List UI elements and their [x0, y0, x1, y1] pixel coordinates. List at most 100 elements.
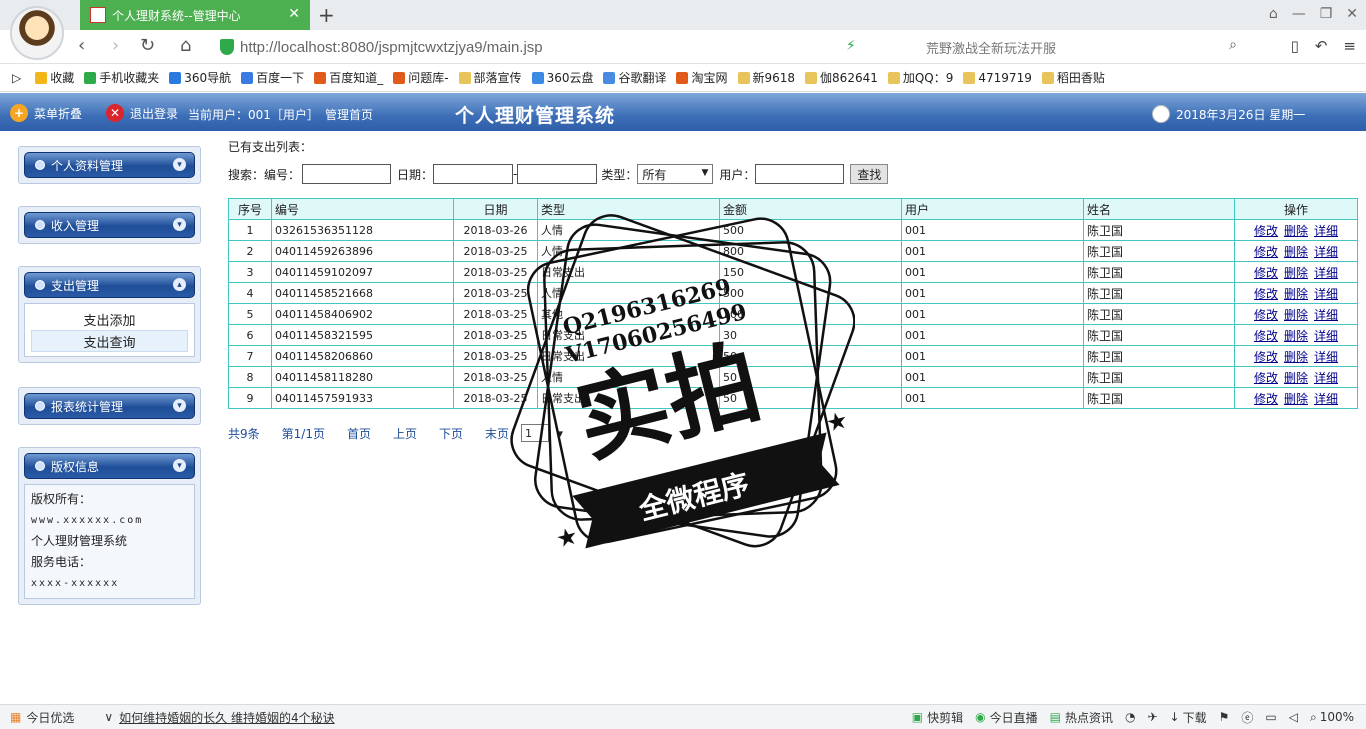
search-button[interactable]: 查找 [850, 164, 889, 184]
pager-prev-link[interactable]: 上页 [393, 425, 417, 442]
undo-icon[interactable]: ↶ [1315, 37, 1328, 55]
pin-icon[interactable]: ✈ [1147, 710, 1157, 724]
phone-icon[interactable]: ▯ [1291, 37, 1299, 55]
sidebar-item-expense-add[interactable]: 支出添加 [31, 308, 188, 330]
detail-link[interactable]: 详细 [1314, 266, 1338, 280]
detail-link[interactable]: 详细 [1314, 371, 1338, 385]
bookmark-item[interactable]: 新9618 [737, 69, 795, 86]
user-search-input[interactable] [755, 164, 845, 184]
delete-link[interactable]: 删除 [1284, 350, 1308, 364]
menu-icon[interactable]: ≡ [1343, 37, 1356, 55]
reload-icon[interactable]: ↻ [140, 35, 155, 56]
bookmarks-toggle-icon[interactable]: ▷ [12, 71, 21, 85]
speed-lightning-icon[interactable]: ⚡ [846, 38, 856, 54]
detail-link[interactable]: 详细 [1314, 308, 1338, 322]
detail-link[interactable]: 详细 [1314, 392, 1338, 406]
flag-icon[interactable]: ⚑ [1219, 710, 1230, 724]
pager-next-link[interactable]: 下页 [439, 425, 463, 442]
security-shield-icon [220, 39, 234, 55]
bullet-icon [35, 280, 45, 290]
date-from-input[interactable] [433, 164, 514, 184]
sidebar-item-personal[interactable]: 个人资料管理 ▾ [24, 152, 195, 178]
delete-link[interactable]: 删除 [1284, 308, 1308, 322]
close-window-icon[interactable]: ✕ [1346, 6, 1358, 22]
id-search-input[interactable] [302, 164, 392, 184]
type-select[interactable]: 所有 ▼ [637, 164, 714, 184]
delete-link[interactable]: 删除 [1284, 266, 1308, 280]
bookmark-item[interactable]: 稻田香贴 [1041, 69, 1105, 86]
detail-link[interactable]: 详细 [1314, 350, 1338, 364]
detail-link[interactable]: 详细 [1314, 245, 1338, 259]
cell-type: 日常支出 [537, 261, 720, 283]
pager-select[interactable]: 1 ▾ [521, 424, 563, 442]
bookmark-item[interactable]: 部落宣传 [458, 69, 522, 86]
hot-news[interactable]: ▤ 热点资讯 [1050, 709, 1113, 726]
delete-link[interactable]: 删除 [1284, 392, 1308, 406]
detail-link[interactable]: 详细 [1314, 287, 1338, 301]
url-field[interactable]: http://localhost:8080/jspmjtcwxtzjya9/ma… [220, 35, 910, 59]
edit-link[interactable]: 修改 [1254, 224, 1278, 238]
bookmark-item[interactable]: 360导航 [169, 69, 231, 86]
date-to-input[interactable] [517, 164, 598, 184]
home-icon[interactable]: ⌂ [180, 35, 191, 56]
edit-link[interactable]: 修改 [1254, 308, 1278, 322]
delete-link[interactable]: 删除 [1284, 287, 1308, 301]
ie-icon[interactable]: ⓔ [1241, 709, 1253, 726]
zoom[interactable]: ⌕ 100% [1310, 710, 1354, 725]
shirt-skin-icon[interactable]: ⌂ [1269, 6, 1278, 22]
browser-search-input[interactable]: 荒野激战全新玩法开服 ⌕ [918, 35, 1243, 59]
edit-link[interactable]: 修改 [1254, 245, 1278, 259]
bookmark-item[interactable]: 4719719 [963, 71, 1032, 85]
sidebar-item-expense-query[interactable]: 支出查询 [31, 330, 188, 352]
bookmark-item[interactable]: 加QQ：9 [887, 69, 953, 86]
user-avatar-icon[interactable] [10, 6, 64, 60]
menu-fold-button[interactable]: + 菜单折叠 [10, 104, 82, 122]
sidebar-item-expense[interactable]: 支出管理 ▴ [24, 272, 195, 298]
edit-link[interactable]: 修改 [1254, 266, 1278, 280]
bookmark-item[interactable]: 手机收藏夹 [84, 69, 159, 86]
delete-link[interactable]: 删除 [1284, 245, 1308, 259]
search-icon[interactable]: ⌕ [1229, 37, 1237, 53]
download-button[interactable]: ↓ 下载 [1170, 709, 1207, 726]
bookmark-item[interactable]: 百度知道_ [314, 69, 383, 86]
pager-first-link[interactable]: 首页 [347, 425, 371, 442]
edit-link[interactable]: 修改 [1254, 329, 1278, 343]
delete-link[interactable]: 删除 [1284, 371, 1308, 385]
logout-button[interactable]: ✕ 退出登录 [106, 104, 178, 122]
sound-icon[interactable]: ◁ [1289, 710, 1298, 724]
edit-link[interactable]: 修改 [1254, 392, 1278, 406]
pager-last-link[interactable]: 末页 [485, 425, 509, 442]
speed-icon[interactable]: ◔ [1125, 710, 1135, 724]
detail-link[interactable]: 详细 [1314, 329, 1338, 343]
edit-link[interactable]: 修改 [1254, 287, 1278, 301]
bookmark-item[interactable]: 360云盘 [531, 69, 593, 86]
today-live[interactable]: ◉ 今日直播 [975, 709, 1038, 726]
bookmark-item[interactable]: 收藏 [35, 69, 74, 86]
window-icon[interactable]: ▭ [1265, 710, 1276, 724]
sidebar-item-income[interactable]: 收入管理 ▾ [24, 212, 195, 238]
today-pick[interactable]: ▦ 今日优选 [10, 709, 74, 726]
bookmark-item[interactable]: 伽862641 [805, 69, 878, 86]
delete-link[interactable]: 删除 [1284, 329, 1308, 343]
bookmark-item[interactable]: 问题库- [393, 69, 449, 86]
new-tab-plus-icon[interactable]: + [318, 3, 335, 27]
bookmark-item[interactable]: 百度一下 [241, 69, 304, 86]
sidebar-item-report[interactable]: 报表统计管理 ▾ [24, 393, 195, 419]
sidebar-item-copyright[interactable]: 版权信息 ▾ [24, 453, 195, 479]
bookmark-item[interactable]: 淘宝网 [676, 69, 728, 86]
forward-arrow-icon[interactable]: › [112, 35, 119, 56]
quick-clip[interactable]: ▣ 快剪辑 [912, 709, 963, 726]
live-label: 今日直播 [989, 710, 1038, 725]
restore-icon[interactable]: ❐ [1320, 6, 1333, 22]
back-arrow-icon[interactable]: ‹ [78, 35, 85, 56]
news-ticker[interactable]: ∨ 如何维持婚姻的长久 维持婚姻的4个秘诀 [104, 709, 334, 726]
tab-close-icon[interactable]: ✕ [288, 6, 300, 22]
management-home-link[interactable]: 管理首页 [325, 106, 373, 123]
delete-link[interactable]: 删除 [1284, 224, 1308, 238]
bookmark-item[interactable]: 谷歌翻译 [603, 69, 666, 86]
tab-active[interactable]: 个人理财系统--管理中心 ✕ [80, 0, 310, 30]
edit-link[interactable]: 修改 [1254, 350, 1278, 364]
minimize-icon[interactable]: — [1292, 6, 1306, 22]
edit-link[interactable]: 修改 [1254, 371, 1278, 385]
detail-link[interactable]: 详细 [1314, 224, 1338, 238]
